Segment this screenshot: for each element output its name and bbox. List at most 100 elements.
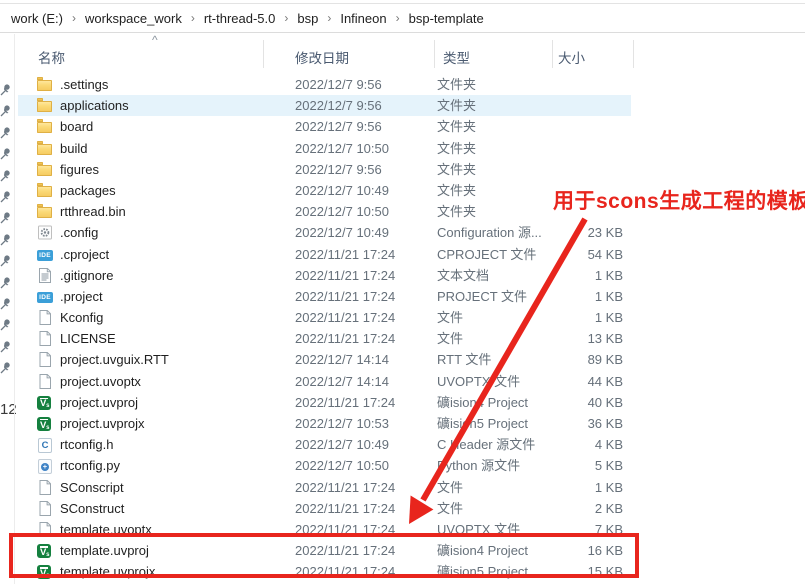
file-name[interactable]: .project — [60, 286, 103, 307]
folder-icon — [37, 118, 54, 135]
file-date: 2022/12/7 10:49 — [295, 434, 389, 455]
file-name[interactable]: rtconfig.h — [60, 434, 113, 455]
file-date: 2022/12/7 10:53 — [295, 413, 389, 434]
file-row[interactable]: project.uvoptx2022/12/7 14:14UVOPTX 文件44… — [18, 371, 631, 392]
folder-icon — [37, 97, 54, 114]
file-name[interactable]: project.uvguix.RTT — [60, 349, 169, 370]
file-row[interactable]: IDE.cproject2022/11/21 17:24CPROJECT 文件5… — [18, 244, 631, 265]
file-row[interactable]: +rtconfig.py2022/12/7 10:50Python 源文件5 K… — [18, 455, 631, 476]
file-row[interactable]: build2022/12/7 10:50文件夹 — [18, 138, 631, 159]
file-name[interactable]: .config — [60, 222, 98, 243]
pushpin-icon — [0, 254, 11, 267]
file-name[interactable]: SConstruct — [60, 498, 124, 519]
file-name[interactable]: SConscript — [60, 477, 124, 498]
column-divider[interactable] — [552, 40, 553, 68]
file-row[interactable]: SConstruct2022/11/21 17:24文件2 KB — [18, 498, 631, 519]
pushpin-icon — [0, 318, 11, 331]
file-name[interactable]: .settings — [60, 74, 108, 95]
file-size: 1 KB — [498, 477, 623, 498]
column-header-row: ^ 名称 修改日期 类型 大小 — [0, 0, 805, 74]
file-date: 2022/12/7 14:14 — [295, 371, 389, 392]
file-name[interactable]: Kconfig — [60, 307, 103, 328]
file-row[interactable]: Vsproject.uvproj2022/11/21 17:24礦ision4 … — [18, 392, 631, 413]
keil-uvision-icon: Vs — [37, 394, 54, 411]
column-header-size[interactable]: 大小 — [558, 47, 585, 67]
annotation-text: 用于scons生成工程的模板 — [553, 185, 805, 215]
file-date: 2022/11/21 17:24 — [295, 286, 395, 307]
file-type: 文件夹 — [437, 180, 476, 201]
file-type: 文件 — [437, 328, 463, 349]
file-name[interactable]: build — [60, 138, 87, 159]
file-name[interactable]: board — [60, 116, 93, 137]
file-size: 40 KB — [498, 392, 623, 413]
file-date: 2022/11/21 17:24 — [295, 328, 395, 349]
column-header-name[interactable]: 名称 — [38, 47, 65, 67]
file-name[interactable]: project.uvoptx — [60, 371, 141, 392]
file-row[interactable]: board2022/12/7 9:56文件夹 — [18, 116, 631, 137]
file-size: 4 KB — [498, 434, 623, 455]
column-header-date[interactable]: 修改日期 — [295, 47, 349, 67]
explorer-window: { "breadcrumb": { "separator": "\u203a",… — [0, 0, 805, 584]
file-row[interactable]: applications2022/12/7 9:56文件夹 — [18, 95, 631, 116]
file-name[interactable]: .cproject — [60, 244, 109, 265]
folder-icon — [37, 140, 54, 157]
file-row[interactable]: LICENSE 2022/11/21 17:24 文件 13 KB — [18, 328, 631, 349]
file-date: 2022/11/21 17:24 — [295, 477, 395, 498]
file-date: 2022/12/7 10:49 — [295, 222, 389, 243]
file-date: 2022/12/7 9:56 — [295, 116, 382, 137]
file-row[interactable]: packages2022/12/7 10:49文件夹 — [18, 180, 631, 201]
file-type: 文件夹 — [437, 201, 476, 222]
column-divider[interactable] — [263, 40, 264, 68]
pushpin-icon — [0, 361, 11, 374]
file-date: 2022/11/21 17:24 — [295, 307, 395, 328]
file-name[interactable]: .gitignore — [60, 265, 113, 286]
file-row[interactable]: Kconfig2022/11/21 17:24文件1 KB — [18, 307, 631, 328]
file-date: 2022/12/7 9:56 — [295, 74, 382, 95]
generic-file-icon — [37, 479, 54, 496]
file-row[interactable]: Crtconfig.h2022/12/7 10:49C Header 源文件4 … — [18, 434, 631, 455]
pushpin-icon — [0, 297, 11, 310]
file-name[interactable]: applications — [60, 95, 129, 116]
file-name[interactable]: project.uvproj — [60, 392, 138, 413]
folder-icon — [37, 203, 54, 220]
file-type: 文件 — [437, 477, 463, 498]
pushpin-icon — [0, 126, 11, 139]
c-header-file-icon: C — [37, 436, 54, 453]
file-row[interactable]: SConscript 2022/11/21 17:24 文件 1 KB — [18, 477, 631, 498]
file-row[interactable]: .settings 2022/12/7 9:56 文件夹 — [18, 74, 631, 95]
file-name[interactable]: rtconfig.py — [60, 455, 120, 476]
file-row[interactable]: project.uvguix.RTT2022/12/7 14:14RTT 文件8… — [18, 349, 631, 370]
column-header-type[interactable]: 类型 — [443, 47, 470, 67]
file-row[interactable]: .config2022/12/7 10:49Configuration 源...… — [18, 222, 631, 243]
file-size: 13 KB — [498, 328, 623, 349]
file-row[interactable]: Vsproject.uvprojx2022/12/7 10:53礦ision5 … — [18, 413, 631, 434]
file-name[interactable]: project.uvprojx — [60, 413, 145, 434]
pushpin-icon — [0, 83, 11, 96]
column-divider[interactable] — [434, 40, 435, 68]
file-date: 2022/12/7 14:14 — [295, 349, 389, 370]
eclipse-ide-file-icon: IDE — [37, 288, 54, 305]
file-type: 文件夹 — [437, 159, 476, 180]
file-date: 2022/11/21 17:24 — [295, 244, 395, 265]
file-row[interactable]: rtthread.bin2022/12/7 10:50文件夹 — [18, 201, 631, 222]
generic-file-icon — [37, 351, 54, 368]
highlight-box — [9, 533, 639, 578]
file-name[interactable]: rtthread.bin — [60, 201, 126, 222]
file-type: 文件 — [437, 498, 463, 519]
file-name[interactable]: packages — [60, 180, 116, 201]
eclipse-ide-file-icon: IDE — [37, 246, 54, 263]
sort-ascending-icon[interactable]: ^ — [152, 33, 158, 47]
folder-icon — [37, 161, 54, 178]
file-row[interactable]: IDE.project2022/11/21 17:24PROJECT 文件1 K… — [18, 286, 631, 307]
file-size: 44 KB — [498, 371, 623, 392]
generic-file-icon — [37, 373, 54, 390]
file-name[interactable]: figures — [60, 159, 99, 180]
file-row[interactable]: figures2022/12/7 9:56文件夹 — [18, 159, 631, 180]
file-size: 1 KB — [498, 286, 623, 307]
file-type: 文件夹 — [437, 74, 476, 95]
column-divider[interactable] — [633, 40, 634, 68]
gear-icon — [37, 224, 54, 241]
file-row[interactable]: .gitignore2022/11/21 17:24文本文档1 KB — [18, 265, 631, 286]
file-name[interactable]: LICENSE — [60, 328, 116, 349]
generic-file-icon — [37, 500, 54, 517]
